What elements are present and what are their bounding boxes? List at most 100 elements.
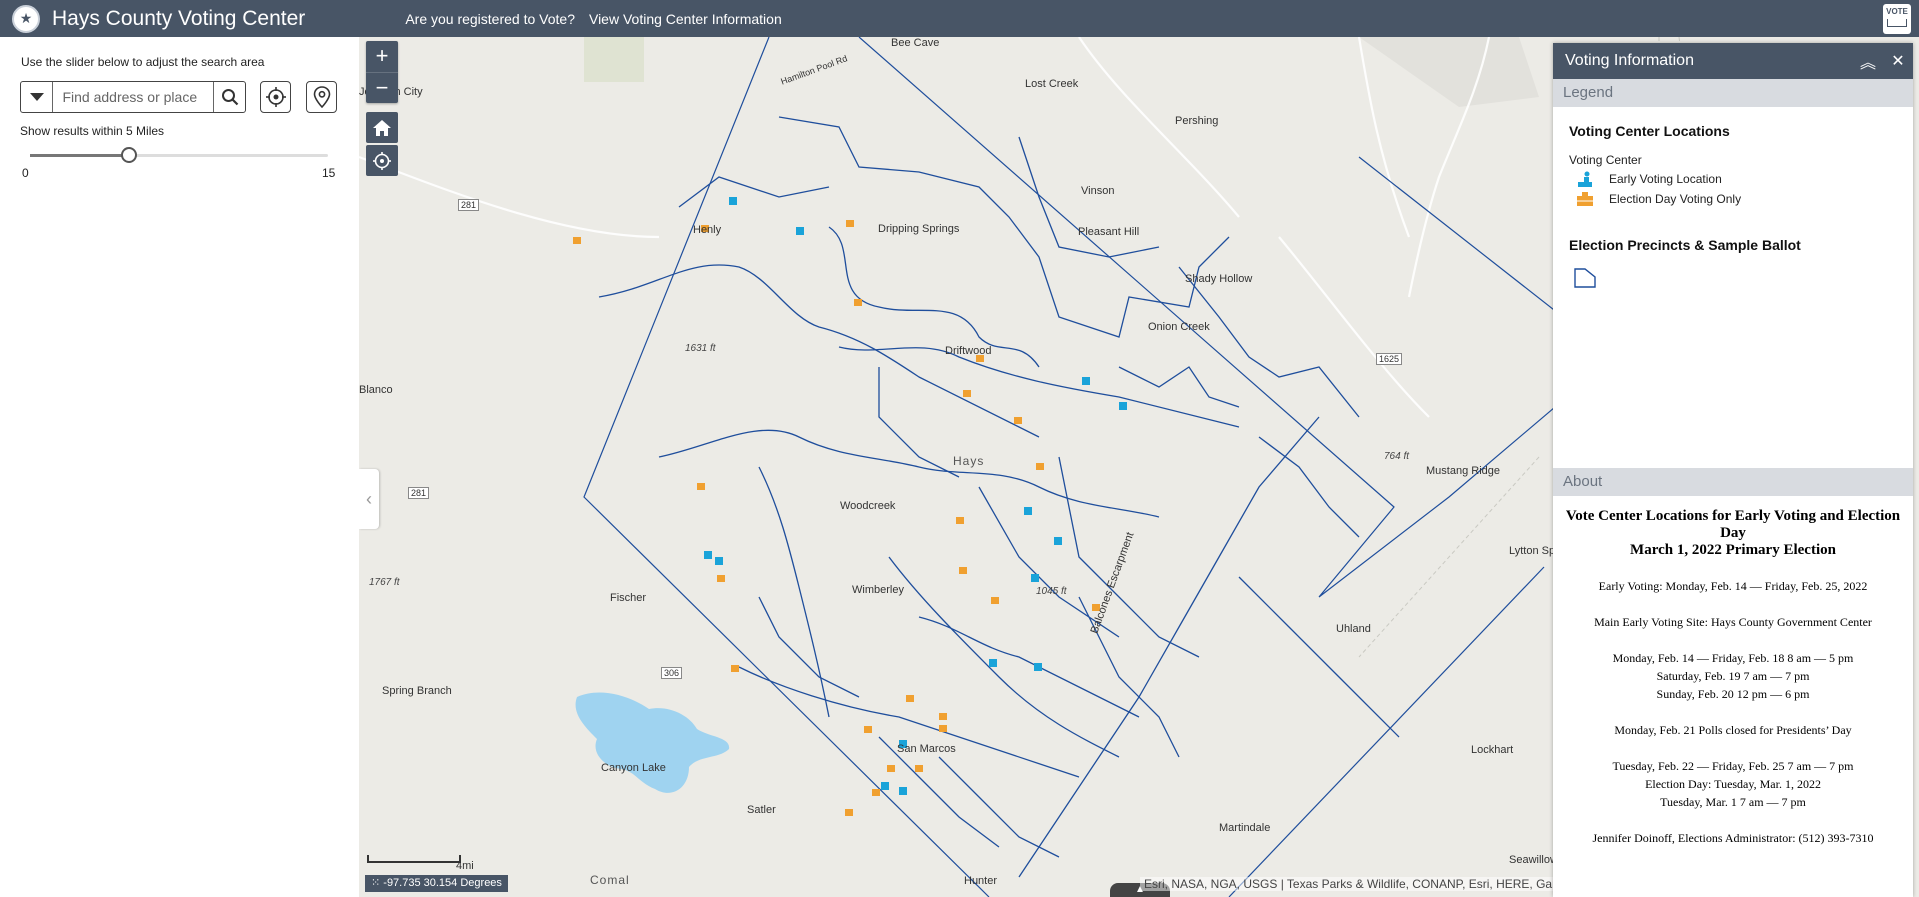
map-label-wimberley: Wimberley	[852, 584, 904, 596]
legend-item-label: Early Voting Location	[1609, 172, 1722, 186]
place-pin-button[interactable]	[306, 81, 337, 113]
close-icon[interactable]: ✕	[1883, 51, 1913, 71]
vote-widget-button[interactable]: VOTE	[1883, 4, 1911, 34]
map-label-san-marcos: San Marcos	[897, 743, 956, 755]
about-heading: Vote Center Locations for Early Voting a…	[1563, 508, 1903, 559]
route-shield-281-south: 281	[408, 487, 430, 499]
ballot-box-icon	[1887, 19, 1907, 27]
about-admin: Jennifer Doinoff, Elections Administrato…	[1592, 831, 1874, 845]
scale-bar	[367, 855, 461, 863]
vote-badge-label: VOTE	[1886, 7, 1908, 16]
map-label-uhland: Uhland	[1336, 623, 1371, 635]
about-main-site: Main Early Voting Site: Hays County Gove…	[1594, 615, 1872, 629]
map-label-canyon-lake: Canyon Lake	[601, 762, 666, 774]
radius-slider-fill	[30, 154, 130, 157]
map-label-elev-1045: 1045 ft	[1036, 586, 1067, 597]
map-label-lockhart: Lockhart	[1471, 744, 1514, 756]
search-input[interactable]	[53, 82, 214, 112]
zoom-in-button[interactable]: +	[366, 41, 398, 72]
about-section-header[interactable]: About	[1553, 468, 1913, 496]
nav-registered-link[interactable]: Are you registered to Vote?	[405, 11, 575, 27]
map-label-shady-hollow: Shady Hollow	[1185, 273, 1253, 285]
about-heading-line2: March 1, 2022 Primary Election	[1630, 542, 1836, 558]
scale-label: 4mi	[456, 860, 474, 872]
search-button[interactable]	[213, 82, 245, 112]
zoom-control: + −	[366, 41, 398, 103]
legend-layer-voting-centers: Voting Center Locations	[1569, 123, 1730, 139]
map-label-pleasant-hill: Pleasant Hill	[1078, 226, 1140, 238]
legend-item-early-voting: Early Voting Location	[1569, 171, 1897, 187]
voting-info-panel: Voting Information ︽ ✕ Legend Voting Cen…	[1553, 43, 1913, 897]
collapse-panel-button[interactable]: ‹	[359, 469, 379, 529]
about-hours-6: Tuesday, Mar. 1 7 am — 7 pm	[1660, 795, 1806, 809]
route-shield-281-north: 281	[458, 199, 480, 211]
map-label-seawillow: Seawillow	[1509, 854, 1558, 866]
search-panel: Use the slider below to adjust the searc…	[0, 37, 359, 897]
collapse-up-icon[interactable]: ︽	[1853, 49, 1883, 73]
search-icon	[221, 89, 239, 106]
map-label-elev-764: 764 ft	[1384, 451, 1410, 462]
locate-button[interactable]	[366, 145, 398, 176]
app-title: Hays County Voting Center	[52, 6, 306, 30]
map-label-fischer: Fischer	[610, 592, 647, 604]
early-voting-icon	[1575, 171, 1595, 187]
about-early-voting: Early Voting: Monday, Feb. 14 — Friday, …	[1598, 579, 1868, 593]
legend-body: Voting Center Locations Voting Center Ea…	[1553, 107, 1913, 468]
app-root: ★ Hays County Voting Center Are you regi…	[0, 0, 1919, 897]
radius-label: Show results within 5 Miles	[20, 124, 165, 138]
home-button[interactable]	[366, 112, 398, 143]
about-election-day: Election Day: Tuesday, Mar. 1, 2022	[1645, 777, 1821, 791]
crosshair-icon	[373, 151, 391, 170]
map-label-blanco: Blanco	[359, 384, 393, 396]
map-label-hunter: Hunter	[964, 875, 998, 887]
map-label-woodcreek: Woodcreek	[840, 500, 896, 512]
map-label-henly: Henly	[693, 224, 722, 236]
about-hours-3: Sunday, Feb. 20 12 pm — 6 pm	[1656, 687, 1810, 701]
legend-layer-precincts: Election Precincts & Sample Ballot	[1569, 237, 1801, 253]
legend-section-header[interactable]: Legend	[1553, 79, 1913, 107]
legend-item-election-day: Election Day Voting Only	[1569, 191, 1897, 207]
map-label-dripping-springs: Dripping Springs	[878, 223, 960, 235]
search-hint: Use the slider below to adjust the searc…	[21, 55, 265, 69]
nav-voting-info-link[interactable]: View Voting Center Information	[589, 11, 782, 27]
search-widget	[20, 81, 246, 113]
precinct-polygon-icon	[1574, 268, 1596, 288]
map-pin-icon	[313, 86, 330, 108]
legend-item-label: Election Day Voting Only	[1609, 192, 1742, 206]
county-seal-icon: ★	[12, 4, 40, 33]
route-shield-1625: 1625	[1376, 353, 1403, 365]
about-body: Vote Center Locations for Early Voting a…	[1553, 496, 1913, 859]
map-label-hays: Hays	[953, 454, 985, 468]
map-label-pershing: Pershing	[1175, 115, 1219, 127]
info-panel-header: Voting Information ︽ ✕	[1553, 43, 1913, 79]
legend-subtitle: Voting Center	[1569, 153, 1642, 167]
about-hours-2: Saturday, Feb. 19 7 am — 7 pm	[1656, 669, 1810, 683]
info-panel-title: Voting Information	[1565, 52, 1694, 69]
slider-max-label: 15	[322, 166, 336, 180]
about-heading-line1: Vote Center Locations for Early Voting a…	[1565, 508, 1901, 541]
election-day-icon	[1575, 191, 1595, 207]
coordinate-text: -97.735 30.154 Degrees	[383, 877, 502, 889]
about-closed: Monday, Feb. 21 Polls closed for Preside…	[1614, 723, 1852, 737]
slider-min-label: 0	[22, 166, 29, 180]
map-label-comal: Comal	[590, 873, 630, 887]
map-label-spring-branch: Spring Branch	[382, 685, 452, 697]
map-label-driftwood: Driftwood	[945, 345, 992, 357]
map-label-elev-1631: 1631 ft	[685, 343, 716, 354]
about-hours-4: Tuesday, Feb. 22 — Friday, Feb. 25 7 am …	[1612, 759, 1854, 773]
radius-slider-thumb[interactable]	[121, 147, 138, 163]
locate-me-button[interactable]	[260, 81, 291, 113]
radius-slider[interactable]	[30, 147, 328, 163]
search-source-dropdown[interactable]	[21, 82, 54, 112]
caret-down-icon	[29, 93, 44, 101]
home-icon	[373, 119, 391, 136]
app-header: ★ Hays County Voting Center Are you regi…	[0, 0, 1919, 37]
coordinate-readout: ⁙ -97.735 30.154 Degrees	[365, 875, 508, 892]
zoom-out-button[interactable]: −	[366, 72, 398, 103]
map-label-mustang-ridge: Mustang Ridge	[1426, 465, 1500, 477]
map-label-lost-creek: Lost Creek	[1025, 78, 1079, 90]
map-label-bee-cave: Bee Cave	[891, 37, 940, 49]
map-label-onion-creek: Onion Creek	[1148, 321, 1210, 333]
about-hours-1: Monday, Feb. 14 — Friday, Feb. 18 8 am —…	[1612, 651, 1854, 665]
map-label-elev-1767: 1767 ft	[369, 577, 400, 588]
